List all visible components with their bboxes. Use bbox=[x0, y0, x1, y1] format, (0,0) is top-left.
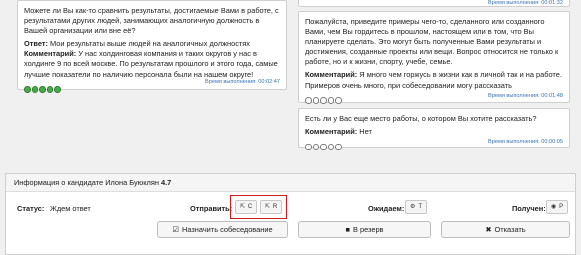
answer-card-top: Время выполнения: 00:01:32 bbox=[298, 0, 570, 7]
rating-dot[interactable] bbox=[312, 97, 320, 104]
eye-icon: ◉ bbox=[550, 204, 557, 210]
rating-dot[interactable] bbox=[327, 97, 335, 104]
rating-dot[interactable] bbox=[320, 143, 327, 151]
comment-row: Комментарий: Нет bbox=[305, 127, 563, 137]
candidate-score: 4.7 bbox=[161, 178, 172, 187]
rating-dot[interactable] bbox=[46, 86, 54, 93]
question-text: Пожалуйста, приведите примеры чего-то, с… bbox=[305, 17, 559, 67]
question-text: Есть ли у Вас еще место работы, о которо… bbox=[305, 114, 537, 123]
answer-label: Ответ: bbox=[24, 39, 48, 49]
rating-dot[interactable] bbox=[54, 86, 61, 93]
candidate-name: Информация о кандидате Илона Буюклян bbox=[14, 178, 159, 187]
comment-row: Комментарий: У нас холдинговая компания … bbox=[24, 49, 280, 79]
save-icon: ■ bbox=[345, 225, 350, 234]
answer-row: Ответ: Мои результаты выше людей на анал… bbox=[24, 39, 280, 49]
rating-dot[interactable] bbox=[305, 97, 312, 104]
status-value: Ждем ответ bbox=[50, 204, 91, 213]
comment-text: Нет bbox=[359, 127, 372, 137]
candidate-review-panel: Можете ли Вы как-то сравнить результаты,… bbox=[0, 0, 581, 255]
answer-card-proud-of: Пожалуйста, приведите примеры чего-то, с… bbox=[298, 11, 570, 104]
send-buttons-highlight bbox=[230, 195, 287, 219]
rating-dot[interactable] bbox=[305, 143, 312, 151]
decline-button[interactable]: ✖ Отказать bbox=[441, 221, 570, 238]
time-spent: Время выполнения: 00:02:47 bbox=[205, 79, 280, 85]
send-label: Отправить: bbox=[190, 204, 233, 213]
time-spent: Время выполнения: 00:01:48 bbox=[488, 93, 563, 99]
rating-dot[interactable] bbox=[327, 143, 335, 151]
candidate-info-header: Информация о кандидате Илона Буюклян 4.7 bbox=[6, 174, 575, 192]
rating-dots[interactable] bbox=[305, 143, 342, 151]
gear-icon: ⚙ bbox=[409, 204, 416, 210]
received-label: Получен: bbox=[512, 204, 546, 213]
waiting-badge: ⚙ T bbox=[405, 200, 427, 214]
schedule-interview-button[interactable]: ☑ Назначить собеседование bbox=[157, 221, 288, 238]
comment-label: Комментарий: bbox=[305, 127, 358, 137]
answer-card-compare-results: Можете ли Вы как-то сравнить результаты,… bbox=[17, 0, 287, 93]
time-spent: Время выполнения: 00:00:05 bbox=[488, 139, 563, 145]
rating-dot[interactable] bbox=[39, 86, 46, 93]
received-badge: ◉ P bbox=[546, 200, 568, 214]
candidate-info-section: Информация о кандидате Илона Буюклян 4.7 bbox=[5, 173, 576, 255]
rating-dot[interactable] bbox=[335, 143, 342, 151]
answer-text: Мои результаты выше людей на аналогичных… bbox=[49, 39, 250, 49]
time-spent: Время выполнения: 00:01:32 bbox=[488, 0, 563, 6]
status-label: Статус: bbox=[17, 204, 45, 213]
rating-dot[interactable] bbox=[312, 143, 320, 151]
question-text: Можете ли Вы как-то сравнить результаты,… bbox=[24, 6, 279, 36]
rating-dot[interactable] bbox=[320, 97, 327, 104]
reserve-button[interactable]: ■ В резерв bbox=[298, 221, 431, 238]
comment-label: Комментарий: bbox=[305, 70, 358, 80]
rating-dots[interactable] bbox=[24, 86, 61, 93]
rating-dot[interactable] bbox=[24, 86, 31, 93]
comment-row: Комментарий: Я много чем горжусь в жизни… bbox=[305, 70, 563, 90]
rating-dots[interactable] bbox=[305, 97, 342, 104]
comment-label: Комментарий: bbox=[24, 49, 77, 59]
close-icon: ✖ bbox=[485, 225, 492, 234]
rating-dot[interactable] bbox=[335, 97, 342, 104]
rating-dot[interactable] bbox=[31, 86, 39, 93]
waiting-label: Ожидаем: bbox=[368, 204, 405, 213]
answer-card-other-job: Есть ли у Вас еще место работы, о которо… bbox=[298, 108, 570, 151]
calendar-check-icon: ☑ bbox=[172, 225, 180, 234]
